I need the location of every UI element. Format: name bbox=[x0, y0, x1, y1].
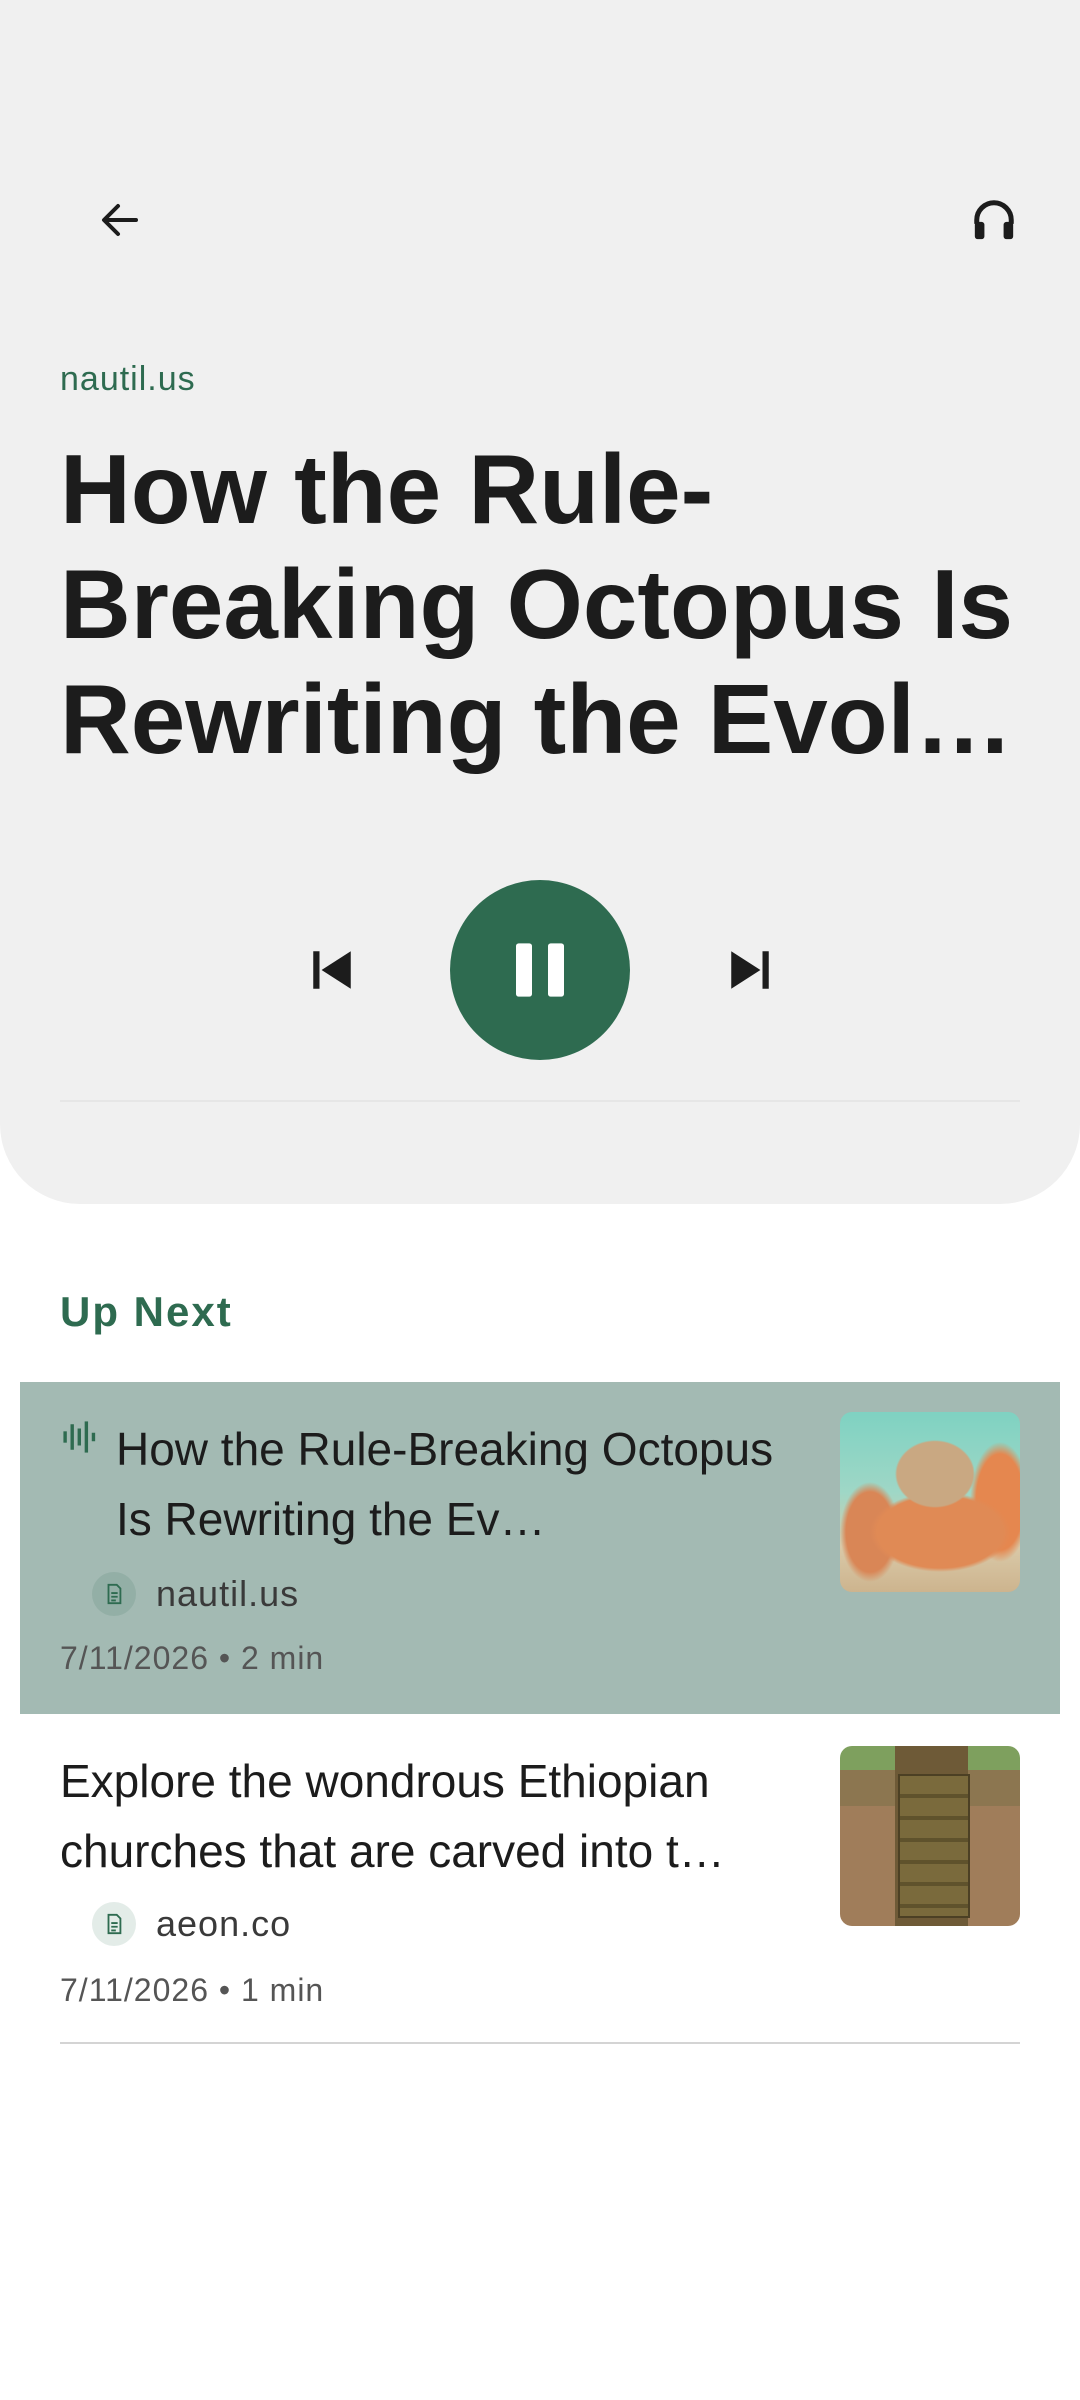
skip-previous-icon bbox=[313, 951, 351, 989]
list-divider bbox=[60, 2042, 1020, 2044]
source-badge bbox=[92, 1902, 136, 1946]
list-item-date: 7/11/2026 bbox=[60, 1972, 209, 2008]
article-source: nautil.us bbox=[60, 360, 196, 398]
document-icon bbox=[107, 1583, 122, 1605]
now-playing-card: nautil.us How the Rule-Breaking Octopus … bbox=[0, 0, 1080, 1204]
previous-button[interactable] bbox=[282, 920, 382, 1020]
audio-wave-icon bbox=[63, 1421, 96, 1453]
arrow-left-icon bbox=[102, 204, 138, 236]
list-item-title: Explore the wondrous Ethiopian churches … bbox=[60, 1755, 725, 1877]
octopus-thumbnail bbox=[840, 1412, 1020, 1592]
headphones-icon bbox=[974, 200, 1014, 240]
list-item[interactable]: Explore the wondrous Ethiopian churches … bbox=[20, 1716, 1060, 2046]
list-item-date: 7/11/2026 bbox=[60, 1640, 209, 1676]
list-item-source-name: nautil.us bbox=[156, 1573, 300, 1614]
list-item-duration: 2 min bbox=[240, 1640, 325, 1676]
up-next-heading: Up Next bbox=[60, 1288, 233, 1335]
pause-icon bbox=[516, 943, 564, 997]
list-item-source-name: aeon.co bbox=[156, 1903, 292, 1944]
list-item-source: aeon.co bbox=[92, 1902, 291, 1946]
skip-next-icon bbox=[731, 951, 769, 989]
playback-controls bbox=[0, 880, 1080, 1060]
article-title: How the Rule-Breaking Octopus Is Rewriti… bbox=[60, 434, 1014, 774]
church-thumbnail bbox=[840, 1746, 1020, 1926]
list-item-title: How the Rule-Breaking Octopus Is Rewriti… bbox=[116, 1423, 774, 1545]
list-item-meta: 7/11/2026 • 2 min bbox=[60, 1640, 324, 1677]
meta-separator: • bbox=[218, 1972, 232, 2008]
playback-progress-track[interactable] bbox=[60, 1100, 1020, 1102]
list-item-duration: 1 min bbox=[240, 1972, 325, 2008]
church-tower-shape bbox=[898, 1774, 970, 1918]
pause-button[interactable] bbox=[450, 880, 630, 1060]
list-item-meta: 7/11/2026 • 1 min bbox=[60, 1972, 324, 2009]
meta-separator: • bbox=[218, 1640, 232, 1676]
list-item[interactable]: How the Rule-Breaking Octopus Is Rewriti… bbox=[20, 1382, 1060, 1714]
next-button[interactable] bbox=[700, 920, 800, 1020]
source-badge bbox=[92, 1572, 136, 1616]
list-item-source: nautil.us bbox=[92, 1572, 299, 1616]
headphones-button[interactable] bbox=[946, 172, 1042, 268]
back-button[interactable] bbox=[72, 172, 168, 268]
document-icon bbox=[107, 1913, 122, 1935]
